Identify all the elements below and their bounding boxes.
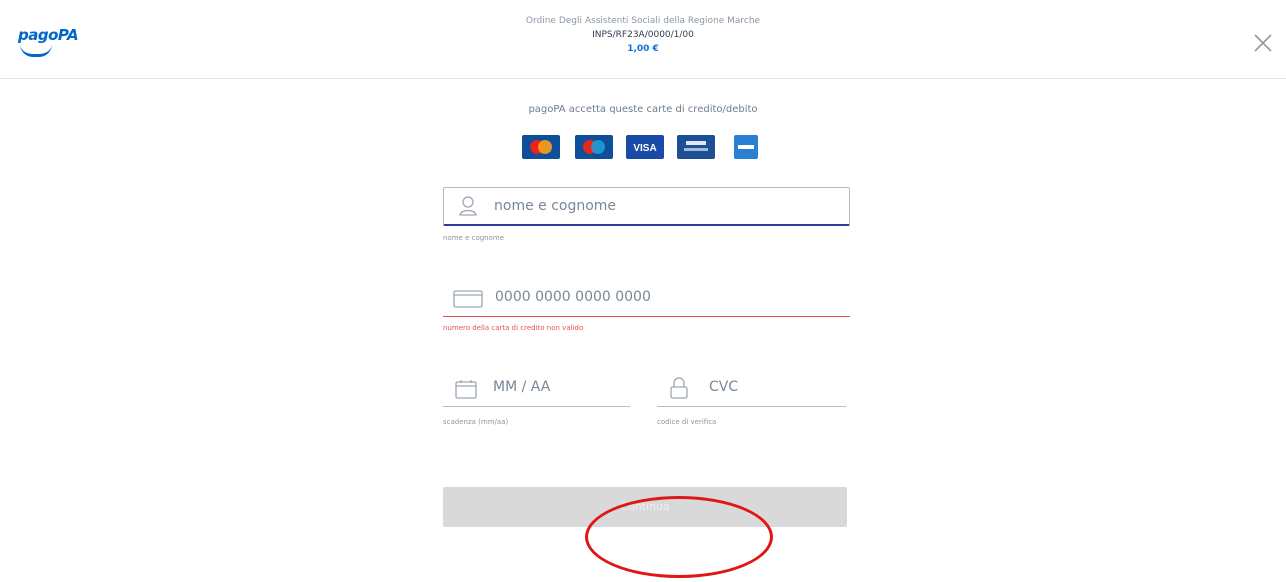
card-number-field[interactable]: 0000 0000 0000 0000 [443, 280, 850, 317]
header-bar: pagoPA Ordine Degli Assistenti Sociali d… [0, 0, 1286, 79]
name-help-text: nome e cognome [443, 234, 505, 242]
visa-electron-icon [677, 135, 715, 159]
cvc-field[interactable]: CVC [657, 370, 846, 407]
mastercard-icon [522, 135, 560, 159]
creditor-name: Ordine Degli Assistenti Sociali della Re… [525, 16, 761, 26]
annotation-circle [585, 496, 773, 578]
close-button[interactable] [1250, 30, 1276, 56]
expiry-placeholder: MM / AA [493, 379, 551, 395]
card-number-placeholder: 0000 0000 0000 0000 [495, 289, 651, 305]
expiry-field[interactable]: MM / AA [443, 370, 630, 407]
payment-amount: 1,00 € [627, 44, 659, 54]
accepted-cards-text: pagoPA accetta queste carte di credito/d… [528, 104, 758, 115]
pagopa-logo: pagoPA [18, 26, 79, 44]
user-icon [459, 196, 477, 216]
cvc-help-text: codice di verifica [657, 418, 717, 426]
name-placeholder: nome e cognome [494, 198, 617, 214]
credit-card-icon [453, 290, 483, 308]
expiry-help-text: scadenza (mm/aa) [443, 418, 509, 426]
maestro-icon [575, 135, 613, 159]
lock-icon [670, 377, 688, 399]
payment-code: INPS/RF23A/0000/1/00 [592, 30, 694, 40]
svg-text:VISA: VISA [633, 143, 656, 154]
close-icon [1254, 34, 1272, 52]
cvc-placeholder: CVC [709, 379, 739, 395]
visa-icon: VISA [626, 135, 664, 159]
accepted-cards-row: VISA [522, 135, 772, 161]
card-number-error-text: numero della carta di credito non valido [443, 324, 584, 332]
payment-summary: Ordine Degli Assistenti Sociali della Re… [443, 14, 843, 56]
amex-icon [734, 135, 758, 159]
calendar-icon [455, 380, 477, 399]
name-field[interactable]: nome e cognome [443, 187, 850, 226]
logo-swoosh-icon [20, 44, 52, 57]
